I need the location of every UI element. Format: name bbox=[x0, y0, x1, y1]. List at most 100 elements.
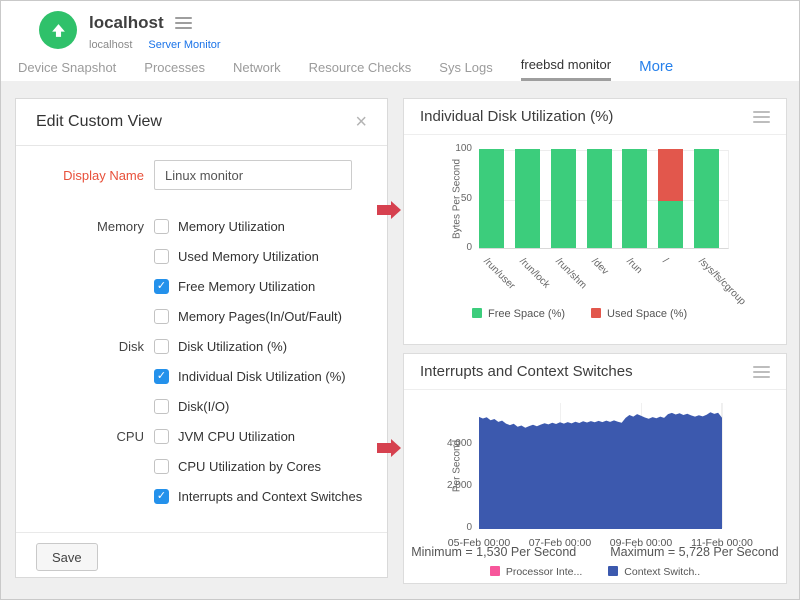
display-name-row: Display Name bbox=[16, 160, 387, 190]
display-name-label: Display Name bbox=[16, 168, 144, 183]
checkbox-jvm-cpu-utilization[interactable] bbox=[154, 429, 169, 444]
checkbox-interrupts-and-context-switches[interactable]: ✓ bbox=[154, 489, 169, 504]
breadcrumb-server-monitor-link[interactable]: Server Monitor bbox=[148, 39, 220, 51]
interrupts-chart-title: Interrupts and Context Switches bbox=[420, 363, 633, 380]
checkbox-individual-disk-utilization-[interactable]: ✓ bbox=[154, 369, 169, 384]
main-content: Edit Custom View × Display Name MemoryMe… bbox=[1, 81, 799, 599]
interrupts-card: Interrupts and Context Switches Per Seco… bbox=[403, 353, 787, 584]
metric-row: CPU Utilization by Cores bbox=[16, 451, 387, 481]
checkbox-disk-utilization-[interactable] bbox=[154, 339, 169, 354]
x-tick-label: /run/user bbox=[481, 256, 517, 292]
interrupts-chart-plot bbox=[479, 403, 722, 529]
legend-swatch bbox=[591, 308, 601, 318]
x-tick-label: 11-Feb 00:00 bbox=[680, 537, 764, 549]
tab-more[interactable]: More bbox=[639, 58, 673, 81]
legend-swatch bbox=[472, 308, 482, 318]
legend-item: Used Space (%) bbox=[591, 308, 687, 320]
metric-row: ✓ Free Memory Utilization bbox=[16, 271, 387, 301]
close-icon[interactable]: × bbox=[355, 112, 367, 132]
metric-checkbox-list: Memory Memory Utilization Used Memory Util… bbox=[16, 211, 387, 511]
checkbox-label: Disk Utilization (%) bbox=[178, 339, 287, 354]
page-title: localhost bbox=[89, 13, 164, 33]
breadcrumb: localhost Server Monitor bbox=[89, 39, 221, 51]
monitor-status-icon bbox=[39, 11, 77, 49]
y-tick-label: 4,000 bbox=[404, 438, 472, 449]
gridline bbox=[722, 403, 723, 528]
checkbox-label: CPU Utilization by Cores bbox=[178, 459, 321, 474]
bar-free-segment bbox=[515, 149, 540, 248]
server-monitor-page: localhost localhost Server Monitor Devic… bbox=[0, 0, 800, 600]
panel-footer-divider bbox=[16, 532, 387, 533]
checkbox-label: Disk(I/O) bbox=[178, 399, 229, 414]
checkbox-free-memory-utilization[interactable]: ✓ bbox=[154, 279, 169, 294]
area-chart-svg bbox=[479, 403, 722, 529]
checkbox-memory-pages-in-out-fault-[interactable] bbox=[154, 309, 169, 324]
bar-/ bbox=[658, 149, 683, 248]
edit-custom-view-panel: Edit Custom View × Display Name MemoryMe… bbox=[15, 98, 388, 578]
legend-swatch bbox=[490, 566, 500, 576]
legend-item: Context Switch.. bbox=[608, 566, 700, 578]
checkbox-disk-i-o-[interactable] bbox=[154, 399, 169, 414]
checkbox-memory-utilization[interactable] bbox=[154, 219, 169, 234]
x-tick-label: /sys/fs/cgroup bbox=[696, 256, 747, 307]
checkbox-cpu-utilization-by-cores[interactable] bbox=[154, 459, 169, 474]
breadcrumb-host: localhost bbox=[89, 39, 132, 51]
tab-sys-logs[interactable]: Sys Logs bbox=[439, 60, 492, 81]
x-tick-label: /run bbox=[625, 256, 645, 276]
group-label-disk: Disk bbox=[16, 339, 144, 354]
tab-processes[interactable]: Processes bbox=[144, 60, 205, 81]
x-tick-label: 07-Feb 00:00 bbox=[518, 537, 602, 549]
tab-resource-checks[interactable]: Resource Checks bbox=[309, 60, 412, 81]
bar-/dev bbox=[587, 149, 612, 248]
bar-free-segment bbox=[479, 149, 504, 248]
bar-/run/lock bbox=[515, 149, 540, 248]
x-tick-label: / bbox=[660, 256, 670, 266]
bar-used-segment bbox=[658, 149, 683, 201]
tab-freebsd-monitor[interactable]: freebsd monitor bbox=[521, 57, 611, 81]
bar-/run/user bbox=[479, 149, 504, 248]
red-arrow-icon-interrupts bbox=[377, 443, 391, 453]
disk-chart-plot bbox=[479, 150, 729, 249]
metric-row: Disk(I/O) bbox=[16, 391, 387, 421]
arrow-up-icon bbox=[50, 22, 67, 39]
y-tick-label: 0 bbox=[404, 522, 472, 533]
x-tick-label: 05-Feb 00:00 bbox=[437, 537, 521, 549]
legend-swatch bbox=[608, 566, 618, 576]
group-label-memory: Memory bbox=[16, 219, 144, 234]
legend-item: Free Space (%) bbox=[472, 308, 565, 320]
checkbox-label: Interrupts and Context Switches bbox=[178, 489, 362, 504]
x-tick-label: /dev bbox=[589, 256, 610, 277]
panel-title: Edit Custom View bbox=[36, 113, 162, 131]
bar-/run bbox=[622, 149, 647, 248]
y-tick-label: 100 bbox=[404, 143, 472, 154]
interrupts-card-menu-icon[interactable] bbox=[753, 366, 770, 378]
metric-row: ✓ Interrupts and Context Switches bbox=[16, 481, 387, 511]
bar-free-segment bbox=[622, 149, 647, 248]
y-tick-label: 2,000 bbox=[404, 480, 472, 491]
x-tick-label: 09-Feb 00:00 bbox=[599, 537, 683, 549]
display-name-input[interactable] bbox=[154, 160, 352, 190]
checkbox-label: Free Memory Utilization bbox=[178, 279, 315, 294]
y-tick-label: 50 bbox=[404, 193, 472, 204]
metric-row: Used Memory Utilization bbox=[16, 241, 387, 271]
x-tick-label: /run/lock bbox=[517, 256, 552, 291]
group-label-cpu: CPU bbox=[16, 429, 144, 444]
checkbox-label: Memory Utilization bbox=[178, 219, 285, 234]
checkbox-used-memory-utilization[interactable] bbox=[154, 249, 169, 264]
bar-free-segment bbox=[694, 149, 719, 248]
metric-row: Disk Disk Utilization (%) bbox=[16, 331, 387, 361]
bar-free-segment bbox=[551, 149, 576, 248]
legend-item: Processor Inte... bbox=[490, 566, 582, 578]
series-context-switch- bbox=[479, 412, 722, 529]
checkbox-label: Individual Disk Utilization (%) bbox=[178, 369, 346, 384]
metric-row: Memory Pages(In/Out/Fault) bbox=[16, 301, 387, 331]
save-button[interactable]: Save bbox=[36, 543, 98, 571]
disk-utilization-card: Individual Disk Utilization (%) Bytes Pe… bbox=[403, 98, 787, 345]
tab-device-snapshot[interactable]: Device Snapshot bbox=[18, 60, 116, 81]
tab-network[interactable]: Network bbox=[233, 60, 281, 81]
monitor-menu-icon[interactable] bbox=[175, 17, 192, 29]
disk-card-menu-icon[interactable] bbox=[753, 111, 770, 123]
red-arrow-icon-disk bbox=[377, 205, 391, 215]
metric-row: ✓ Individual Disk Utilization (%) bbox=[16, 361, 387, 391]
bar-/sys/fs/cgroup bbox=[694, 149, 719, 248]
